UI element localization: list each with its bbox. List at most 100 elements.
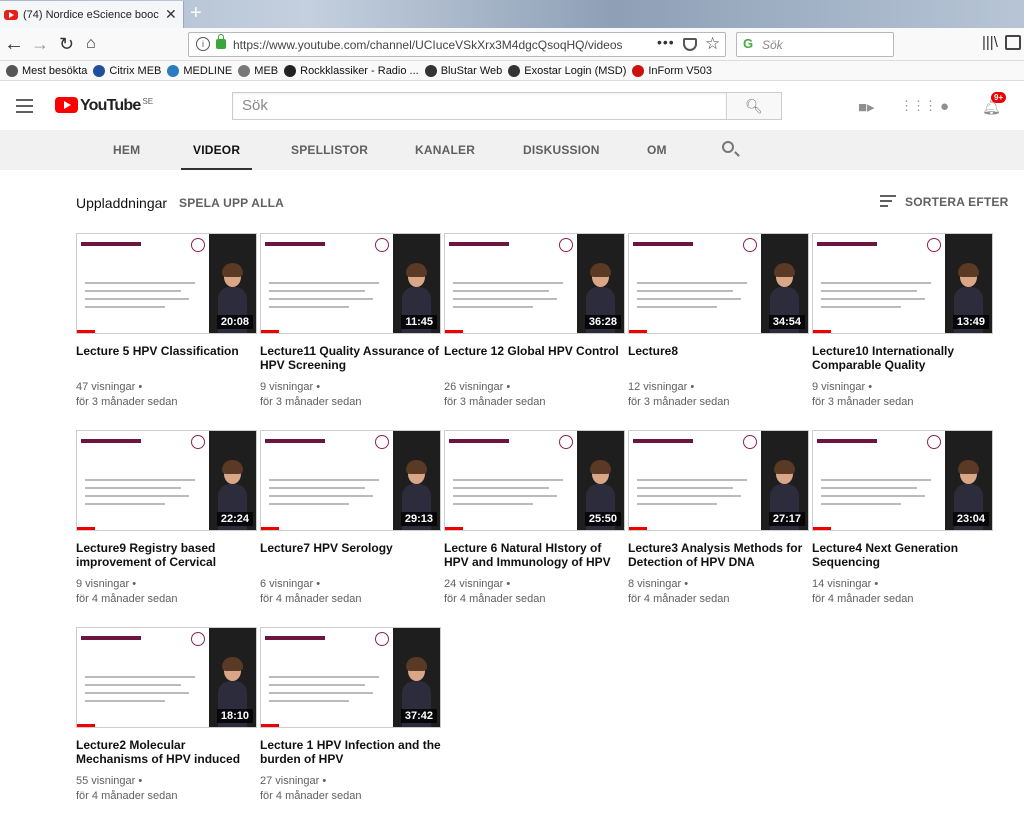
bookmark-label: Rockklassiker - Radio ... — [300, 64, 419, 77]
bookmark-item[interactable]: Citrix MEB — [93, 64, 161, 77]
video-thumbnail[interactable]: 37:42 — [260, 627, 441, 728]
tab-videor[interactable]: VIDEOR — [181, 130, 253, 170]
video-card[interactable]: 25:50 Lecture 6 Natural HIstory of HPV an… — [444, 430, 625, 607]
browser-search-box[interactable]: G Sök — [736, 32, 894, 57]
messages-icon[interactable]: ● — [940, 98, 949, 115]
watch-progress-bar — [445, 330, 463, 333]
video-card[interactable]: 29:13 Lecture7 HPV Serology 6 visningar • f… — [260, 430, 441, 607]
video-title[interactable]: Lecture3 Analysis Methods for Detection … — [628, 541, 809, 569]
tab-hem[interactable]: HEM — [113, 130, 140, 170]
video-card[interactable]: 34:54 Lecture8 12 visningar • för 3 månader… — [628, 233, 809, 410]
upload-video-icon[interactable]: ■▸ — [858, 98, 875, 116]
video-title[interactable]: Lecture 5 HPV Classification — [76, 344, 257, 372]
video-title[interactable]: Lecture9 Registry based improvement of C… — [76, 541, 257, 569]
video-thumbnail[interactable]: 18:10 — [76, 627, 257, 728]
video-title[interactable]: Lecture 6 Natural HIstory of HPV and Imm… — [444, 541, 625, 569]
video-card[interactable]: 20:08 Lecture 5 HPV Classification 47 visn… — [76, 233, 257, 410]
university-logo-icon — [559, 435, 573, 449]
bookmark-star-icon[interactable]: ☆ — [705, 34, 720, 54]
pocket-icon[interactable] — [683, 38, 697, 51]
video-duration: 34:54 — [768, 315, 805, 329]
video-thumbnail[interactable]: 36:28 — [444, 233, 625, 334]
video-title[interactable]: Lecture10 Internationally Comparable Qua… — [812, 344, 993, 372]
tab-spellistor[interactable]: SPELLISTOR — [291, 130, 368, 170]
info-icon[interactable]: i — [196, 37, 210, 51]
video-thumbnail[interactable]: 29:13 — [260, 430, 441, 531]
video-title[interactable]: Lecture 12 Global HPV Control — [444, 344, 625, 372]
video-thumbnail[interactable]: 22:24 — [76, 430, 257, 531]
watch-progress-bar — [813, 330, 831, 333]
address-bar[interactable]: i https://www.youtube.com/channel/UCIuce… — [188, 32, 726, 57]
video-thumbnail[interactable]: 25:50 — [444, 430, 625, 531]
video-thumbnail[interactable]: 20:08 — [76, 233, 257, 334]
video-card[interactable]: 27:17 Lecture3 Analysis Methods for Detec… — [628, 430, 809, 607]
youtube-logo[interactable]: YouTube SE — [55, 97, 153, 114]
menu-icon[interactable] — [16, 99, 33, 117]
video-card[interactable]: 22:24 Lecture9 Registry based improvement… — [76, 430, 257, 607]
slide-preview — [813, 431, 947, 530]
bookmark-item[interactable]: Exostar Login (MSD) — [508, 64, 627, 77]
sidebar-icon[interactable] — [1005, 35, 1021, 50]
tab-kanaler[interactable]: KANALER — [415, 130, 475, 170]
url-text[interactable]: https://www.youtube.com/channel/UCIuceVS… — [233, 38, 623, 52]
page-actions-icon[interactable]: ••• — [657, 34, 675, 50]
video-thumbnail[interactable]: 13:49 — [812, 233, 993, 334]
video-card[interactable]: 36:28 Lecture 12 Global HPV Control 26 vis… — [444, 233, 625, 410]
video-duration: 36:28 — [584, 315, 621, 329]
browser-tab[interactable]: (74) Nordice eScience booc - Y ✕ — [0, 1, 184, 28]
tab-diskussion[interactable]: DISKUSSION — [523, 130, 600, 170]
video-thumbnail[interactable]: 27:17 — [628, 430, 809, 531]
youtube-search-input[interactable]: Sök — [233, 93, 727, 119]
notification-badge: 9+ — [991, 92, 1007, 103]
apps-icon[interactable]: ⋮⋮⋮ — [900, 98, 937, 114]
reload-icon[interactable]: ↻ — [59, 33, 74, 55]
video-card[interactable]: 37:42 Lecture 1 HPV Infection and the bur… — [260, 627, 441, 804]
search-button[interactable]: 🔍︎ — [727, 93, 781, 119]
video-title[interactable]: Lecture 1 HPV Infection and the burden o… — [260, 738, 441, 766]
bookmark-item[interactable]: Mest besökta — [6, 64, 87, 77]
forward-arrow-icon[interactable]: → — [31, 33, 49, 55]
video-card[interactable]: 13:49 Lecture10 Internationally Comparabl… — [812, 233, 993, 410]
bookmarks-toolbar: Mest besökta Citrix MEB MEDLINE MEB Rockklas… — [0, 61, 1024, 81]
video-card[interactable]: 18:10 Lecture2 Molecular Mechanisms of HP… — [76, 627, 257, 804]
star-icon — [6, 64, 18, 77]
home-icon[interactable]: ⌂ — [86, 33, 96, 55]
bookmark-label: InForm V503 — [648, 64, 712, 77]
video-card[interactable]: 23:04 Lecture4 Next Generation Sequencing… — [812, 430, 993, 607]
back-arrow-icon[interactable]: ← — [4, 33, 24, 55]
video-title[interactable]: Lecture2 Molecular Mechanisms of HPV ind… — [76, 738, 257, 766]
video-title[interactable]: Lecture4 Next Generation Sequencing — [812, 541, 993, 569]
bookmark-item[interactable]: MEB — [238, 64, 278, 77]
tab-close-icon[interactable]: ✕ — [165, 6, 177, 23]
slide-preview — [261, 431, 395, 530]
video-thumbnail[interactable]: 34:54 — [628, 233, 809, 334]
search-engine-icon[interactable]: G — [743, 36, 753, 51]
university-logo-icon — [375, 238, 389, 252]
bookmark-item[interactable]: Rockklassiker - Radio ... — [284, 64, 419, 77]
bookmark-label: BluStar Web — [440, 64, 503, 77]
video-duration: 27:17 — [768, 512, 805, 526]
sort-icon[interactable] — [880, 195, 896, 210]
video-title[interactable]: Lecture8 — [628, 344, 809, 372]
bookmark-item[interactable]: InForm V503 — [632, 64, 712, 77]
slide-preview — [629, 431, 763, 530]
video-thumbnail[interactable]: 11:45 — [260, 233, 441, 334]
channel-search-icon[interactable] — [722, 141, 734, 153]
video-duration: 25:50 — [584, 512, 621, 526]
library-icon[interactable]: |||\ — [982, 34, 998, 51]
view-count: 9 visningar • — [812, 381, 873, 393]
view-count: 9 visningar • — [260, 381, 321, 393]
bookmark-item[interactable]: BluStar Web — [424, 64, 503, 77]
video-title[interactable]: Lecture11 Quality Assurance of HPV Scree… — [260, 344, 441, 372]
new-tab-button[interactable]: + — [190, 2, 202, 24]
video-thumbnail[interactable]: 23:04 — [812, 430, 993, 531]
tab-om[interactable]: OM — [647, 130, 667, 170]
sort-button[interactable]: SORTERA EFTER — [905, 195, 1009, 209]
video-card[interactable]: 11:45 Lecture11 Quality Assurance of HPV … — [260, 233, 441, 410]
bookmark-label: MEDLINE — [183, 64, 233, 77]
bookmark-label: Exostar Login (MSD) — [524, 64, 627, 77]
play-all-button[interactable]: SPELA UPP ALLA — [179, 196, 284, 210]
video-title[interactable]: Lecture7 HPV Serology — [260, 541, 441, 569]
university-logo-icon — [375, 435, 389, 449]
bookmark-item[interactable]: MEDLINE — [167, 64, 233, 77]
